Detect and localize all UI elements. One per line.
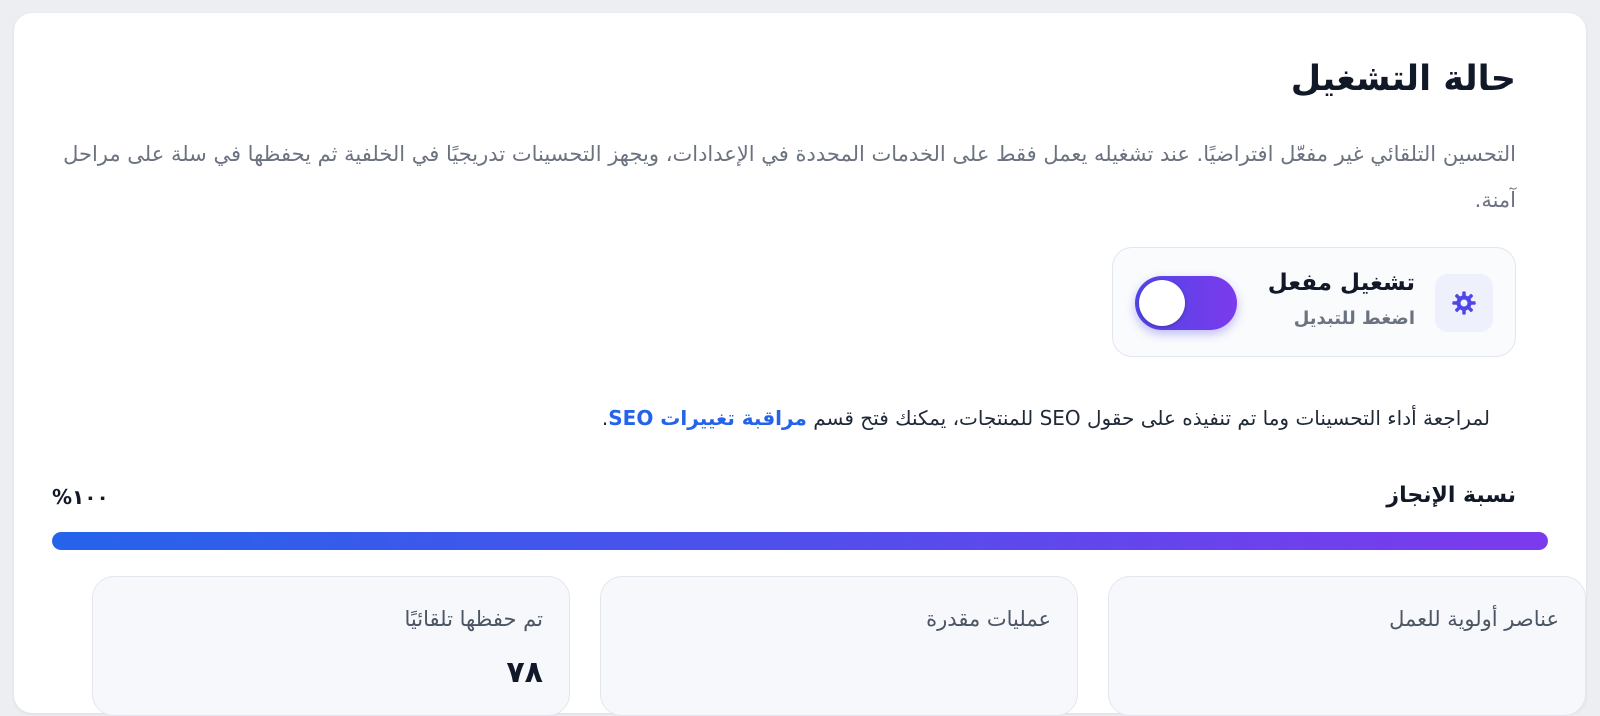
seo-monitor-note: لمراجعة أداء التحسينات وما تم تنفيذه على…	[602, 406, 1490, 430]
note-text: لمراجعة أداء التحسينات وما تم تنفيذه على…	[806, 406, 1490, 430]
toggle-title: تشغيل مفعل	[1267, 270, 1415, 296]
stat-card-auto-saved: تم حفظها تلقائيًا ٧٨	[92, 576, 570, 716]
auto-optimize-toggle-card[interactable]: تشغيل مفعل اضغط للتبديل	[1112, 247, 1516, 357]
auto-optimize-switch[interactable]	[1135, 276, 1237, 330]
stat-value: ٧٨	[506, 655, 543, 690]
toggle-hint: اضغط للتبديل	[1293, 308, 1415, 329]
stat-label: تم حفظها تلقائيًا	[404, 607, 543, 631]
status-card: حالة التشغيل التحسين التلقائي غير مفعّل …	[14, 13, 1586, 716]
stat-card-estimated-operations: عمليات مقدرة	[600, 576, 1078, 716]
seo-monitor-link[interactable]: مراقبة تغييرات SEO	[608, 406, 807, 430]
progress-fill	[52, 532, 1548, 550]
status-description: التحسين التلقائي غير مفعّل افتراضيًا. عن…	[63, 142, 1516, 212]
stat-label: عمليات مقدرة	[926, 607, 1051, 631]
progress-value: ١٠٠%	[52, 485, 109, 509]
page-title: حالة التشغيل	[1290, 59, 1516, 99]
stat-label: عناصر أولوية للعمل	[1389, 607, 1559, 631]
progress-bar	[52, 532, 1548, 550]
switch-knob[interactable]	[1139, 280, 1185, 326]
stat-card-priority-items: عناصر أولوية للعمل	[1108, 576, 1586, 716]
gear-icon	[1435, 274, 1493, 332]
progress-label: نسبة الإنجاز	[1386, 483, 1516, 508]
